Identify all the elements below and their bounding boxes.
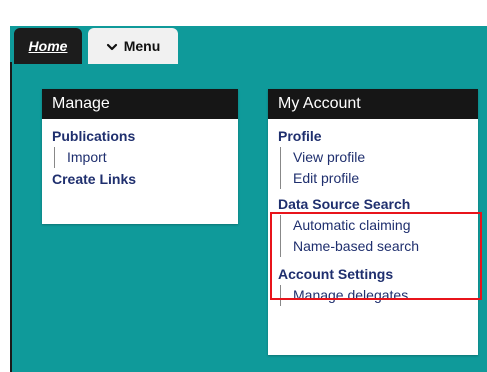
edit-profile-link[interactable]: Edit profile (293, 168, 468, 189)
profile-section-title: Profile (278, 128, 322, 144)
chevron-down-icon (106, 40, 118, 52)
tab-menu-label: Menu (123, 38, 161, 54)
manage-header: Manage (42, 89, 238, 119)
tab-home[interactable]: Home (14, 28, 82, 64)
tab-menu[interactable]: Menu (88, 28, 178, 64)
publications-submenu: Import (54, 147, 228, 168)
highlight-box (270, 212, 482, 300)
my-account-header: My Account (268, 89, 478, 119)
publications-link[interactable]: Publications (52, 125, 228, 147)
profile-submenu: View profile Edit profile (280, 147, 468, 189)
view-profile-link[interactable]: View profile (293, 147, 468, 168)
create-links-link[interactable]: Create Links (52, 168, 228, 190)
tab-home-label: Home (28, 38, 68, 54)
app-frame: Home Menu Manage Publications Import Cre… (0, 0, 487, 372)
import-link[interactable]: Import (67, 147, 228, 168)
manage-panel: Manage Publications Import Create Links (42, 89, 238, 224)
